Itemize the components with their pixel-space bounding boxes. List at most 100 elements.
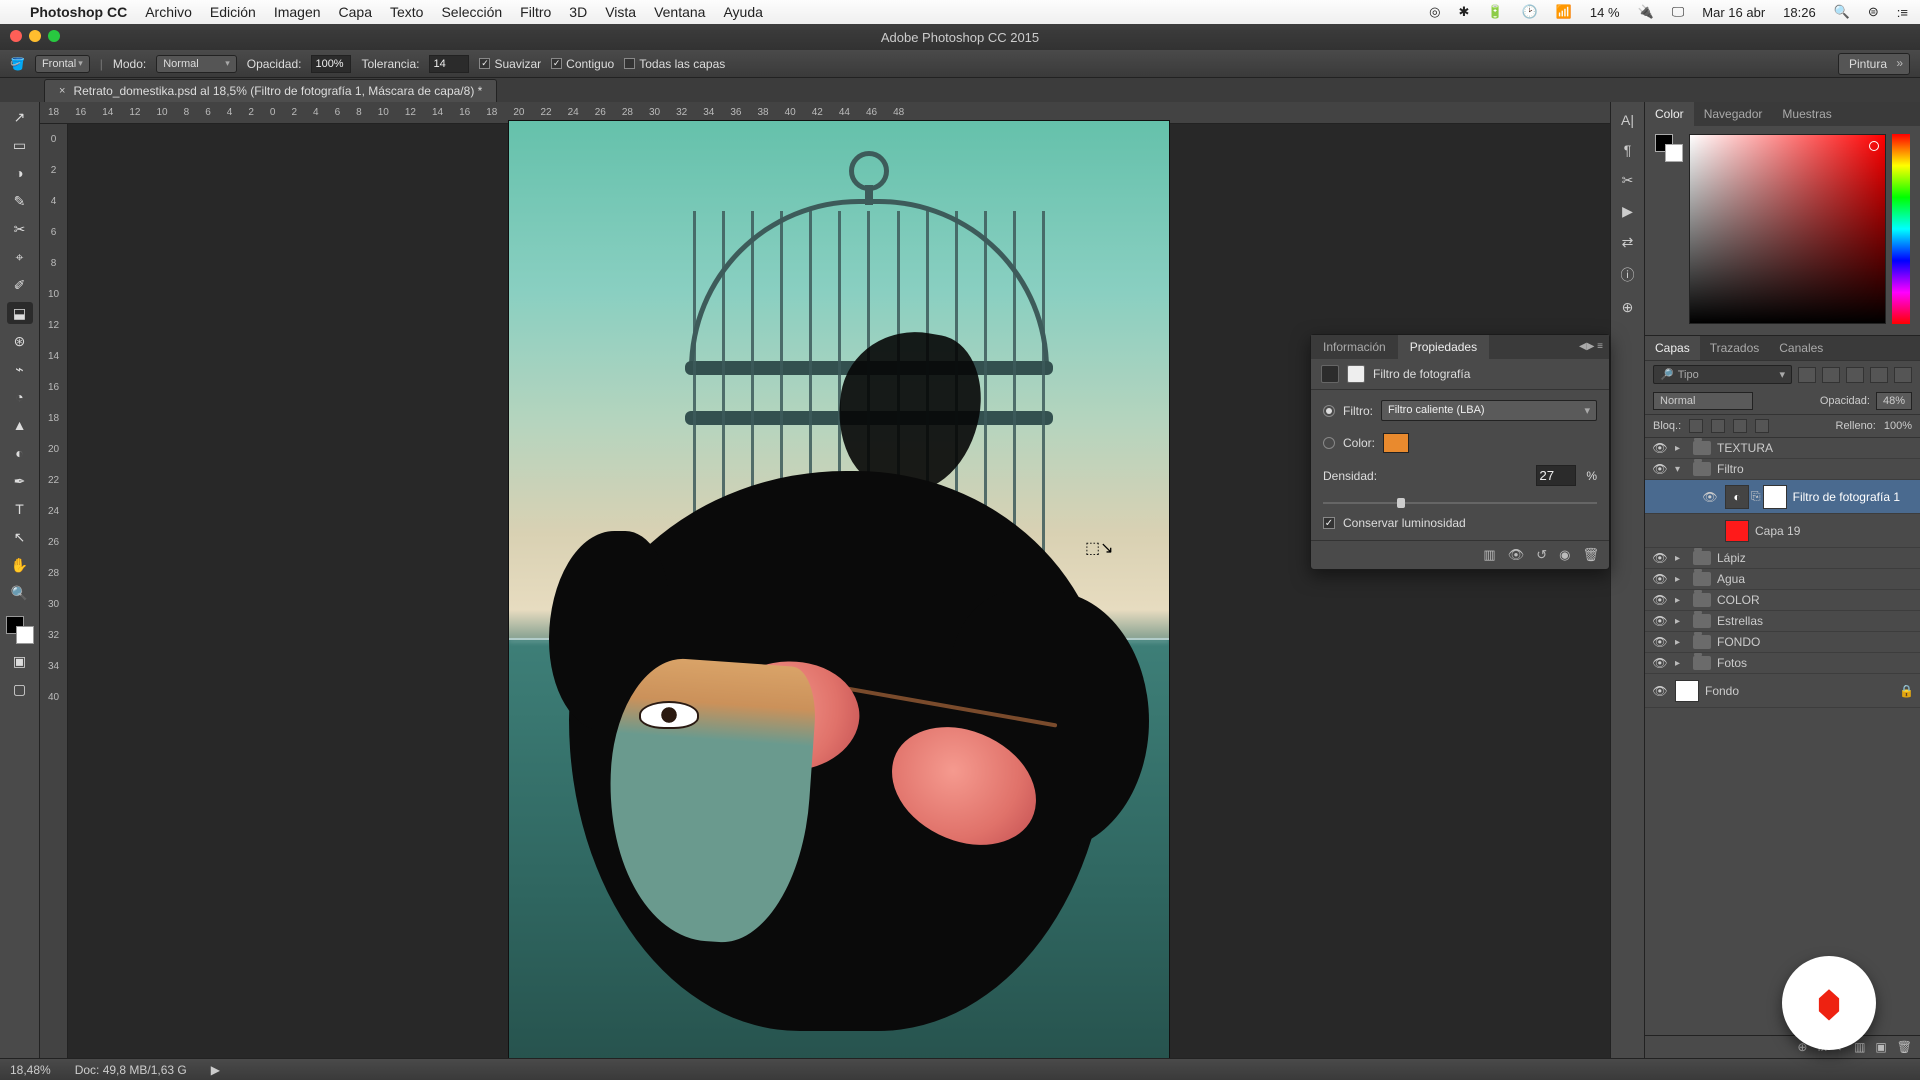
delete-layer-icon[interactable]: 🗑 <box>1897 1040 1912 1054</box>
minimize-window[interactable] <box>29 30 41 42</box>
tab-navigator[interactable]: Navegador <box>1694 102 1773 126</box>
menu-3d[interactable]: 3D <box>569 4 587 20</box>
zoom-window[interactable] <box>48 30 60 42</box>
document-tab[interactable]: × Retrato_domestika.psd al 18,5% (Filtro… <box>44 79 497 102</box>
layer-row[interactable]: 👁▸Lápiz <box>1645 548 1920 569</box>
close-window[interactable] <box>10 30 22 42</box>
path-tool[interactable]: ✒ <box>7 470 33 492</box>
bucket-tool[interactable]: ⬓ <box>7 302 33 324</box>
menu-imagen[interactable]: Imagen <box>274 4 321 20</box>
visibility-icon[interactable]: 👁 <box>1651 635 1669 649</box>
eyedropper-tool[interactable]: ⌖ <box>7 246 33 268</box>
zoom-tool[interactable]: 🔍 <box>7 582 33 604</box>
layer-name[interactable]: Fondo <box>1705 684 1739 698</box>
type-tool[interactable]: T <box>7 498 33 520</box>
layer-name[interactable]: COLOR <box>1717 593 1760 607</box>
tab-properties[interactable]: Propiedades <box>1398 335 1489 359</box>
tolerance-input[interactable] <box>429 55 469 73</box>
layer-name[interactable]: Capa 19 <box>1755 524 1800 538</box>
filter-type-icon[interactable] <box>1846 367 1864 383</box>
pen-tool[interactable]: ▲ <box>7 414 33 436</box>
fg-bg-swatch[interactable] <box>1655 134 1683 162</box>
visibility-icon[interactable]: 👁 <box>1651 614 1669 628</box>
notifications-icon[interactable]: :≡ <box>1897 5 1908 20</box>
disclosure-icon[interactable]: ▸ <box>1675 616 1687 627</box>
filter-pixel-icon[interactable] <box>1798 367 1816 383</box>
close-tab-icon[interactable]: × <box>59 85 65 97</box>
status-icon[interactable]: 🔋 <box>1487 4 1503 20</box>
lock-pixels-icon[interactable] <box>1711 419 1725 433</box>
filter-select[interactable]: Filtro caliente (LBA) ▾ <box>1381 400 1597 421</box>
fill-input[interactable]: 100% <box>1884 420 1912 432</box>
menu-edicion[interactable]: Edición <box>210 4 256 20</box>
visibility-icon[interactable]: 👁 <box>1651 684 1669 698</box>
blend-mode-select[interactable]: Normal <box>1653 392 1753 410</box>
density-input[interactable] <box>1536 465 1576 486</box>
paragraph-icon[interactable]: ¶ <box>1624 142 1632 158</box>
tab-info[interactable]: Información <box>1311 335 1398 359</box>
canvas[interactable] <box>509 121 1169 1058</box>
tab-paths[interactable]: Trazados <box>1700 336 1770 360</box>
antialias-checkbox[interactable]: ✓Suavizar <box>479 57 541 71</box>
character-icon[interactable]: A| <box>1621 112 1634 128</box>
lock-icon[interactable]: 🔒 <box>1899 684 1914 698</box>
disclosure-icon[interactable]: ▸ <box>1675 443 1687 454</box>
hand-tool[interactable]: ✋ <box>7 554 33 576</box>
menu-capa[interactable]: Capa <box>339 4 372 20</box>
color-radio[interactable] <box>1323 437 1335 449</box>
doc-size[interactable]: Doc: 49,8 MB/1,63 G <box>75 1063 187 1077</box>
eraser-tool[interactable]: ⌁ <box>7 358 33 380</box>
workspace-select[interactable]: Pintura <box>1838 53 1910 75</box>
menu-time[interactable]: 18:26 <box>1783 5 1816 20</box>
layer-thumb[interactable] <box>1675 680 1699 702</box>
layer-name[interactable]: TEXTURA <box>1717 441 1773 455</box>
lock-all-icon[interactable] <box>1755 419 1769 433</box>
app-name[interactable]: Photoshop CC <box>30 4 127 20</box>
libraries-icon[interactable]: ⊕ <box>1622 299 1634 316</box>
new-layer-icon[interactable]: ▣ <box>1875 1040 1886 1054</box>
filter-smart-icon[interactable] <box>1894 367 1912 383</box>
layer-filter-kind[interactable]: 🔎Tipo▾ <box>1653 365 1792 384</box>
screenmode-toggle[interactable]: ▢ <box>7 678 33 700</box>
menu-texto[interactable]: Texto <box>390 4 423 20</box>
layer-name[interactable]: Fotos <box>1717 656 1747 670</box>
properties-panel[interactable]: ◀▶ ≡ Información Propiedades Filtro de f… <box>1310 334 1610 570</box>
layer-row[interactable]: 👁▸TEXTURA <box>1645 438 1920 459</box>
direct-select-tool[interactable]: ↖ <box>7 526 33 548</box>
layer-row[interactable]: 👁 ▸ Fotos <box>1645 653 1920 674</box>
tab-swatches[interactable]: Muestras <box>1772 102 1841 126</box>
tool-icon[interactable]: 🪣 <box>10 57 25 71</box>
visibility-icon[interactable]: 👁 <box>1651 572 1669 586</box>
visibility-icon[interactable]: 👁 <box>1651 593 1669 607</box>
layer-row[interactable]: 👁 Fondo 🔒 <box>1645 674 1920 708</box>
disclosure-icon[interactable]: ▸ <box>1675 595 1687 606</box>
menu-ayuda[interactable]: Ayuda <box>723 4 762 20</box>
group-icon[interactable]: ▥ <box>1854 1040 1865 1054</box>
filter-shape-icon[interactable] <box>1870 367 1888 383</box>
layer-row[interactable]: 👁 ▸ Agua <box>1645 569 1920 590</box>
link-icon[interactable]: ⎘ <box>1751 489 1761 504</box>
clip-icon[interactable]: ▥ <box>1483 547 1495 563</box>
visibility-icon[interactable]: 👁 <box>1651 656 1669 670</box>
disclosure-icon[interactable]: ▾ <box>1675 464 1687 475</box>
visibility-icon[interactable]: 👁 <box>1701 490 1719 504</box>
color-field[interactable] <box>1689 134 1886 324</box>
vertical-ruler[interactable]: 024681012141618202224262830323440 <box>40 124 68 1058</box>
all-layers-checkbox[interactable]: Todas las capas <box>624 57 725 71</box>
tab-color[interactable]: Color <box>1645 102 1694 126</box>
menu-date[interactable]: Mar 16 abr <box>1702 5 1765 20</box>
disclosure-icon[interactable]: ▸ <box>1675 658 1687 669</box>
display-icon[interactable]: 🖵 <box>1672 4 1685 20</box>
layer-row[interactable]: 👁▸FONDO <box>1645 632 1920 653</box>
reset-icon[interactable]: ↺ <box>1536 547 1547 563</box>
visibility-icon[interactable]: 👁 <box>1651 551 1669 565</box>
layer-name[interactable]: Agua <box>1717 572 1745 586</box>
filter-adjust-icon[interactable] <box>1822 367 1840 383</box>
lock-transparent-icon[interactable] <box>1689 419 1703 433</box>
disclosure-icon[interactable]: ▸ <box>1675 574 1687 585</box>
marquee-tool[interactable]: ▭ <box>7 134 33 156</box>
layer-row[interactable]: 👁▾Filtro <box>1645 459 1920 480</box>
view-previous-icon[interactable]: 👁 <box>1508 547 1525 563</box>
layer-name[interactable]: Estrellas <box>1717 614 1763 628</box>
preserve-luminosity-checkbox[interactable]: ✓Conservar luminosidad <box>1323 516 1597 530</box>
